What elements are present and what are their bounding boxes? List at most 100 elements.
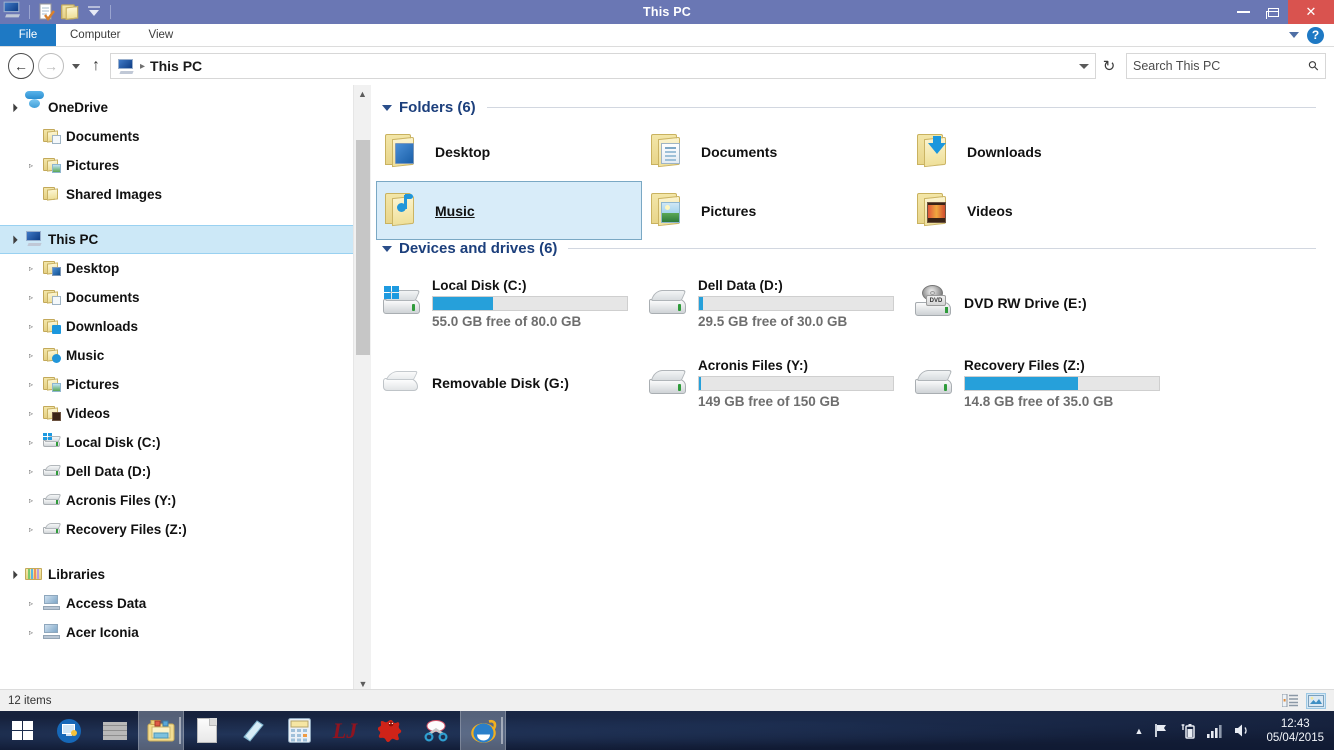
up-button[interactable]: ↑	[92, 57, 100, 75]
group-header[interactable]: Folders (6)	[376, 99, 1334, 116]
chevron-right-icon[interactable]: ▹	[24, 322, 38, 331]
sidebar-item-recovery-files-z[interactable]: ▹ Recovery Files (Z:)	[0, 515, 353, 544]
drive-tile[interactable]: Local Disk (C:) 55.0 GB free of 80.0 GB	[376, 263, 642, 343]
folder-tile[interactable]: Documents	[642, 122, 908, 181]
folder-tile[interactable]: Downloads	[908, 122, 1174, 181]
tree-expand-open-icon[interactable]: ◢	[5, 231, 21, 247]
scrollbar-thumb[interactable]	[356, 140, 370, 355]
scroll-up-button[interactable]: ▲	[354, 85, 371, 103]
sidebar-item-label: Dell Data (D:)	[66, 464, 151, 479]
refresh-button[interactable]: ↻	[1096, 53, 1122, 79]
notepad-icon[interactable]	[230, 711, 276, 750]
chevron-right-icon[interactable]: ▹	[24, 409, 38, 418]
show-hidden-icons-button[interactable]: ▲	[1135, 726, 1144, 736]
sidebar-item-libraries[interactable]: ◢ Libraries	[0, 560, 353, 589]
sidebar-item-documents[interactable]: ▹ Documents	[0, 283, 353, 312]
forward-button[interactable]: →	[38, 53, 64, 79]
chevron-right-icon[interactable]: ▹	[24, 264, 38, 273]
hard-drive-icon	[43, 521, 62, 539]
chevron-right-icon[interactable]: ▹	[24, 496, 38, 505]
chevron-right-icon[interactable]: ▹	[24, 599, 38, 608]
sidebar-item-videos[interactable]: ▹ Videos	[0, 399, 353, 428]
tab-computer[interactable]: Computer	[56, 24, 135, 46]
calculator-icon[interactable]	[276, 711, 322, 750]
close-button[interactable]: ✕	[1288, 0, 1334, 24]
chevron-right-icon[interactable]: ▹	[24, 161, 38, 170]
chevron-right-icon[interactable]: ▹	[24, 525, 38, 534]
navigation-pane-scrollbar[interactable]: ▲ ▼	[353, 85, 371, 693]
chevron-right-icon[interactable]: ▹	[24, 380, 38, 389]
sidebar-item-dell-data-d[interactable]: ▹ Dell Data (D:)	[0, 457, 353, 486]
explorer-window: This PC ✕ File Computer View ? ← → ↑ ▸ T…	[0, 0, 1334, 750]
lj-logo-icon[interactable]: LJ	[322, 711, 368, 750]
sidebar-item-this-pc[interactable]: ◢ This PC	[0, 225, 353, 254]
battery-charging-icon[interactable]	[1181, 723, 1196, 739]
large-icons-view-icon[interactable]	[1306, 692, 1326, 709]
folder-tile[interactable]: Videos	[908, 181, 1174, 240]
group-collapse-icon[interactable]	[382, 104, 392, 111]
red-splat-icon[interactable]	[368, 711, 414, 750]
brick-wall-icon[interactable]	[92, 711, 138, 750]
back-button[interactable]: ←	[8, 53, 34, 79]
clock[interactable]: 12:43 05/04/2015	[1266, 717, 1324, 745]
internet-explorer-icon[interactable]	[460, 711, 506, 750]
chevron-right-icon[interactable]: ▹	[24, 293, 38, 302]
tab-file[interactable]: File	[0, 24, 56, 46]
sidebar-item-local-disk-c[interactable]: ▹ Local Disk (C:)	[0, 428, 353, 457]
sidebar-item-label: Downloads	[66, 319, 139, 334]
new-folder-icon[interactable]	[60, 2, 80, 22]
address-dropdown-icon[interactable]	[1079, 63, 1089, 69]
minimize-button[interactable]	[1228, 0, 1258, 24]
signal-bars-icon[interactable]	[1207, 724, 1223, 738]
document-icon[interactable]	[184, 711, 230, 750]
sidebar-item-onedrive[interactable]: ◢ OneDrive	[0, 93, 353, 122]
group-header[interactable]: Devices and drives (6)	[376, 240, 1334, 257]
file-explorer-icon[interactable]	[138, 711, 184, 750]
tree-expand-open-icon[interactable]: ◢	[5, 566, 21, 582]
folder-tile[interactable]: Desktop	[376, 122, 642, 181]
sidebar-item-desktop[interactable]: ▹ Desktop	[0, 254, 353, 283]
drive-tile[interactable]: DVD DVD RW Drive (E:)	[908, 263, 1174, 343]
flag-icon[interactable]	[1154, 723, 1170, 738]
folder-music-icon	[43, 347, 61, 365]
sidebar-item-downloads[interactable]: ▹ Downloads	[0, 312, 353, 341]
sidebar-item-access-data[interactable]: ▹ Access Data	[0, 589, 353, 618]
hard-drive-icon	[648, 286, 688, 321]
address-bar[interactable]: ▸ This PC	[110, 53, 1096, 79]
remote-desktop-icon[interactable]	[46, 711, 92, 750]
snipping-tool-icon[interactable]	[414, 711, 460, 750]
drive-tile[interactable]: Recovery Files (Z:) 14.8 GB free of 35.0 …	[908, 343, 1174, 423]
chevron-right-icon[interactable]: ▹	[24, 628, 38, 637]
chevron-down-icon[interactable]	[1289, 32, 1299, 38]
customize-caret-icon[interactable]	[84, 2, 104, 22]
restore-button[interactable]	[1258, 0, 1288, 24]
sidebar-item-acer-iconia[interactable]: ▹ Acer Iconia	[0, 618, 353, 647]
sidebar-item-acronis-files-y[interactable]: ▹ Acronis Files (Y:)	[0, 486, 353, 515]
folder-tile[interactable]: Pictures	[642, 181, 908, 240]
sidebar-item-documents[interactable]: Documents	[0, 122, 353, 151]
drive-tile[interactable]: Acronis Files (Y:) 149 GB free of 150 GB	[642, 343, 908, 423]
sidebar-item-label: Documents	[66, 129, 140, 144]
details-view-icon[interactable]	[1280, 693, 1300, 709]
search-input[interactable]: Search This PC	[1133, 59, 1309, 73]
speaker-icon[interactable]	[1234, 723, 1251, 738]
tree-expand-open-icon[interactable]: ◢	[5, 99, 21, 115]
chevron-right-icon[interactable]: ▹	[24, 438, 38, 447]
tab-view[interactable]: View	[135, 24, 188, 46]
sidebar-item-pictures[interactable]: ▹ Pictures	[0, 370, 353, 399]
chevron-right-icon[interactable]: ▹	[24, 467, 38, 476]
chevron-right-icon[interactable]: ▹	[24, 351, 38, 360]
properties-icon[interactable]	[36, 2, 56, 22]
windows-start-icon[interactable]	[0, 711, 46, 750]
this-pc-icon[interactable]	[3, 1, 23, 22]
sidebar-item-shared-images[interactable]: Shared Images	[0, 180, 353, 209]
history-caret-icon[interactable]	[72, 63, 80, 69]
sidebar-item-music[interactable]: ▹ Music	[0, 341, 353, 370]
folder-tile[interactable]: Music	[376, 181, 642, 240]
group-collapse-icon[interactable]	[382, 245, 392, 252]
search-box[interactable]: Search This PC ⚲	[1126, 53, 1326, 79]
drive-tile[interactable]: Dell Data (D:) 29.5 GB free of 30.0 GB	[642, 263, 908, 343]
help-icon[interactable]: ?	[1307, 26, 1324, 44]
sidebar-item-pictures[interactable]: ▹ Pictures	[0, 151, 353, 180]
drive-tile[interactable]: Removable Disk (G:)	[376, 343, 642, 423]
